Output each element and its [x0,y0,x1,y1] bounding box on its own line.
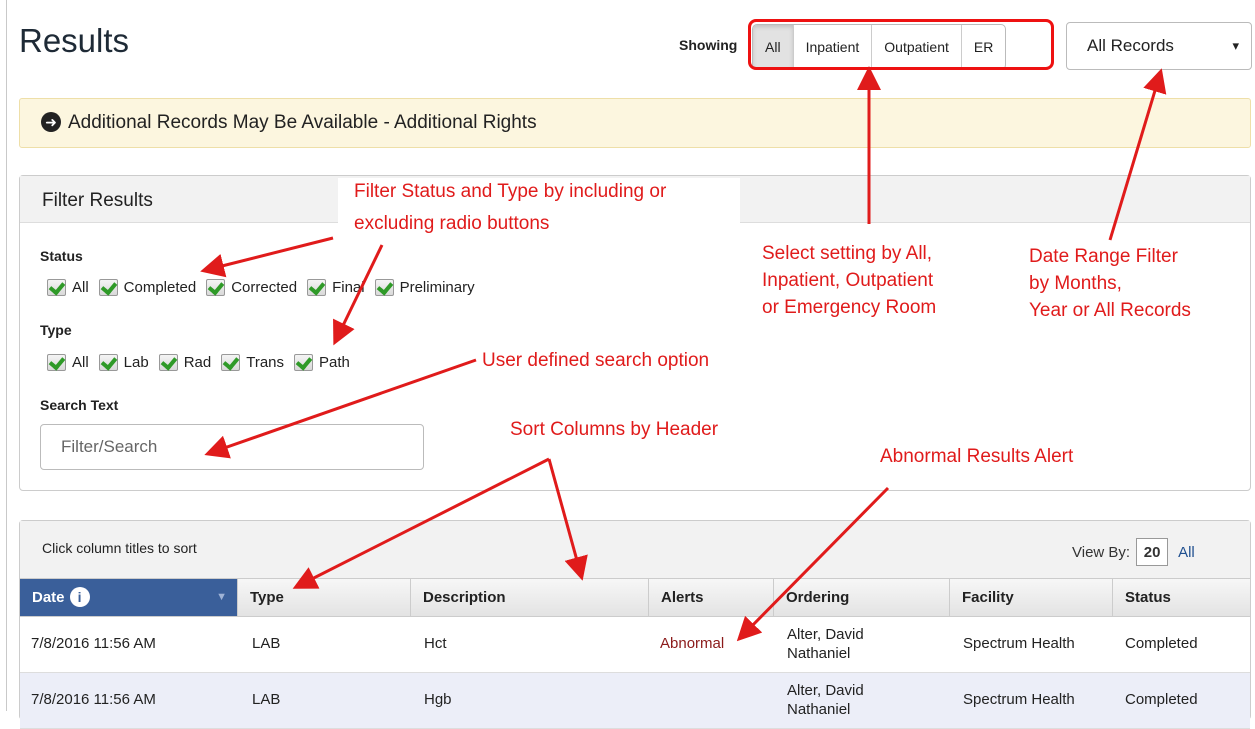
cell-ordering: Alter, David Nathaniel [787,625,864,663]
search-input[interactable] [40,424,424,470]
annotation-setting-line2: Inpatient, Outpatient [762,270,934,291]
cell-facility: Spectrum Health [963,635,1075,652]
status-final-label: Final [332,279,365,296]
abnormal-alert: Abnormal [660,635,725,652]
checkbox-checked-icon [158,354,178,371]
annotation-setting-line3: or Emergency Room [762,297,937,318]
cell-ordering-line2: Nathaniel [787,645,851,662]
cell-facility: Spectrum Health [963,691,1075,708]
cell-ordering: Alter, David Nathaniel [787,681,864,719]
status-preliminary-label: Preliminary [399,279,475,296]
arrow-circle-right-icon: ➜ [41,112,61,132]
cell-ordering-line1: Alter, David [787,626,864,643]
type-path-checkbox[interactable]: Path [294,354,350,371]
status-final-checkbox[interactable]: Final [307,279,365,296]
status-corrected-label: Corrected [231,279,298,296]
cell-date: 7/8/2016 11:56 AM [31,635,156,652]
filter-panel-title: Filter Results [42,190,153,211]
annotation-filter-note: Filter Status and Type by including or e… [338,178,740,237]
page-title: Results [19,22,130,59]
sort-hint: Click column titles to sort [42,540,197,556]
cell-ordering-line1: Alter, David [787,682,864,699]
status-all-checkbox[interactable]: All [47,279,89,296]
column-header-facility[interactable]: Facility [950,579,1113,616]
column-header-description[interactable]: Description [411,579,649,616]
status-preliminary-checkbox[interactable]: Preliminary [374,279,475,296]
annotation-setting-line1: Select setting by All, [762,243,933,264]
status-corrected-checkbox[interactable]: Corrected [206,279,297,296]
date-range-select[interactable]: All Records ▾ [1066,22,1252,70]
cell-type: LAB [252,635,281,652]
checkbox-checked-icon [47,279,66,296]
type-label: Type [40,322,72,338]
table-row[interactable]: 7/8/2016 11:56 AM LAB Hct Abnormal Alter… [20,617,1250,673]
banner-text: Additional Records May Be Available - Ad… [68,112,537,133]
annotation-date-line3: Year or All Records [1029,300,1191,321]
status-completed-checkbox[interactable]: Completed [98,279,197,296]
type-rad-checkbox[interactable]: Rad [158,354,212,371]
cell-description: Hgb [424,691,452,708]
annotation-sort-note: Sort Columns by Header [510,419,719,440]
type-trans-label: Trans [246,354,285,371]
annotation-highlight-box [748,19,1054,70]
results-table-header: Date i ▼ Type Description Alerts Ordering… [20,578,1250,617]
additional-records-banner[interactable]: ➜ Additional Records May Be Available - … [19,98,1251,148]
info-icon[interactable]: i [69,587,90,607]
status-all-label: All [72,279,89,296]
type-checkbox-group: All Lab Rad Trans Path [47,354,360,371]
annotation-abnormal-note: Abnormal Results Alert [880,446,1074,467]
status-checkbox-group: All Completed Corrected Final Preliminar… [47,279,485,296]
checkbox-checked-icon [98,354,118,371]
column-header-ordering[interactable]: Ordering [774,579,950,616]
status-label: Status [40,248,83,264]
column-header-date-label: Date [32,589,65,606]
view-by-label: View By: [1072,543,1131,561]
table-row[interactable]: 7/8/2016 11:56 AM LAB Hgb Alter, David Na… [20,673,1250,729]
annotation-filter-line1: Filter Status and Type by including or [354,181,667,202]
type-rad-label: Rad [183,354,212,371]
column-header-date[interactable]: Date i ▼ [20,579,238,616]
view-by-20-button[interactable]: 20 [1136,538,1169,566]
column-header-alerts[interactable]: Alerts [649,579,774,616]
cell-status: Completed [1125,635,1198,652]
checkbox-checked-icon [98,279,118,296]
chevron-down-icon: ▾ [1232,38,1239,53]
sort-desc-icon: ▼ [216,591,227,603]
cell-ordering-line2: Nathaniel [787,701,851,718]
annotation-filter-line2: excluding radio buttons [354,213,550,234]
view-by-all-link[interactable]: All [1178,544,1195,561]
annotation-date-line1: Date Range Filter [1029,246,1178,267]
checkbox-checked-icon [307,279,327,296]
checkbox-checked-icon [47,354,66,371]
view-by-control: View By: 20 All [1072,538,1195,566]
status-completed-label: Completed [123,279,197,296]
annotation-date-note: Date Range Filter by Months, Year or All… [1029,243,1191,324]
type-path-label: Path [319,354,350,371]
type-trans-checkbox[interactable]: Trans [221,354,284,371]
checkbox-checked-icon [221,354,241,371]
annotation-search-note: User defined search option [482,350,710,371]
annotation-setting-note: Select setting by All, Inpatient, Outpat… [762,240,936,321]
checkbox-checked-icon [374,279,394,296]
type-lab-checkbox[interactable]: Lab [98,354,149,371]
checkbox-checked-icon [294,354,314,371]
type-all-checkbox[interactable]: All [47,354,89,371]
cell-description: Hct [424,635,447,652]
results-panel-header [20,521,1250,579]
annotation-date-line2: by Months, [1029,273,1122,294]
cell-date: 7/8/2016 11:56 AM [31,691,156,708]
type-all-label: All [72,354,89,371]
cell-type: LAB [252,691,281,708]
showing-label: Showing [679,37,738,53]
search-text-label: Search Text [40,397,119,413]
column-header-status[interactable]: Status [1113,579,1250,616]
date-range-value: All Records [1087,36,1174,55]
column-header-type[interactable]: Type [238,579,411,616]
checkbox-checked-icon [206,279,226,296]
cell-status: Completed [1125,691,1198,708]
type-lab-label: Lab [123,354,149,371]
